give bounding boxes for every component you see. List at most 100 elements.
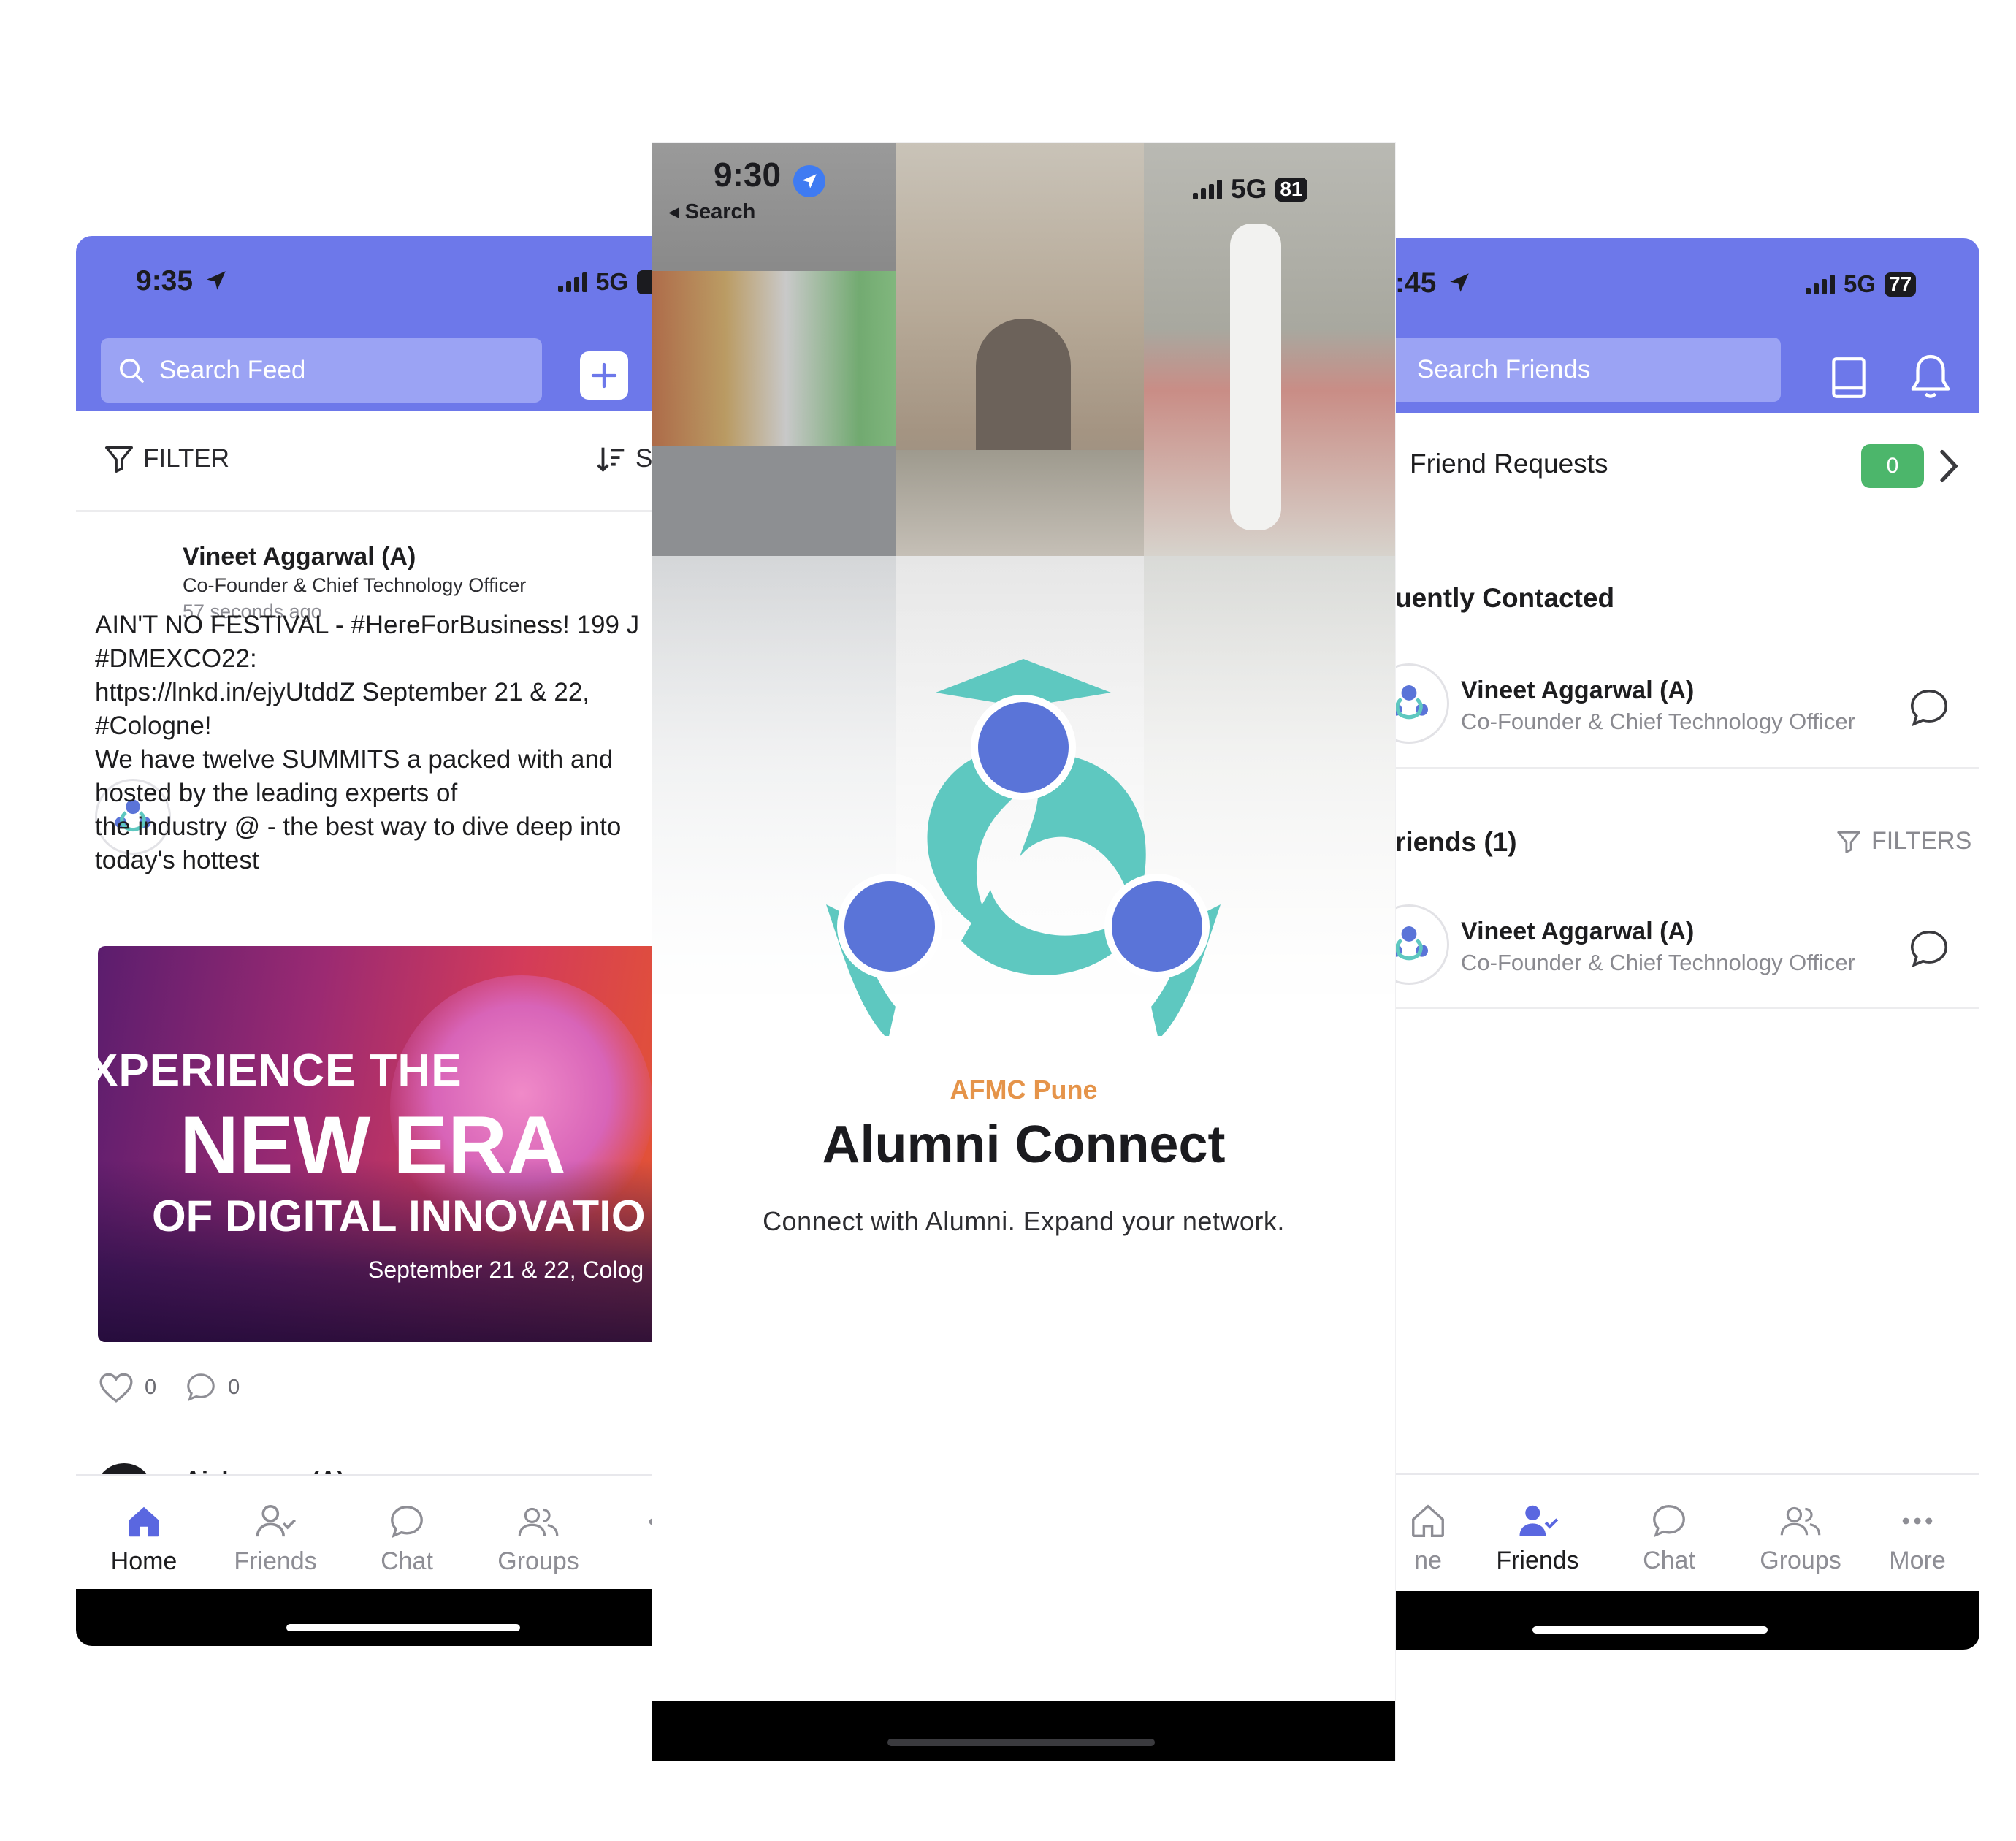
home-indicator[interactable] [286,1624,520,1631]
user-check-icon [256,1505,297,1537]
sort-button[interactable]: S [595,442,652,476]
chat-bubble-icon [391,1506,423,1539]
create-post-button[interactable] [580,351,628,400]
chat-bubble-icon [1653,1505,1685,1538]
image-headline-2: NEW ERA [180,1099,566,1191]
tab-label: Groups [497,1547,579,1575]
filter-button[interactable]: FILTER [102,442,229,476]
list-item[interactable]: Vineet Aggarwal (A) Co-Founder & Chief T… [1395,647,1979,764]
bottom-tab-bar: ne Friends Chat Groups More [1395,1473,1979,1596]
logo-head-top [978,702,1069,793]
divider [1395,767,1979,769]
avatar [1395,663,1449,744]
friend-requests-label: Friend Requests [1410,449,1608,479]
tab-chat[interactable]: Chat [345,1476,469,1598]
frequently-contacted-title: uently Contacted [1395,583,1615,613]
tab-label: Friends [234,1547,317,1575]
contacts-book-icon[interactable] [1829,355,1868,400]
tab-label: Friends [1496,1547,1579,1574]
tab-friends[interactable]: Friends [213,1476,337,1598]
post-body: AIN'T NO FESTIVAL - #HereForBusiness! 19… [95,609,675,877]
tab-chat[interactable]: Chat [1607,1475,1731,1598]
status-time-text: 9:30 [714,156,782,194]
alumni-logo-icon [1395,685,1428,720]
building-arch [976,319,1071,465]
tab-label: Groups [1760,1547,1841,1574]
signal-bars-icon [558,272,587,292]
post-body-line: AIN'T NO FESTIVAL - #HereForBusiness! 19… [95,611,640,639]
chevron-right-icon [1940,449,1958,483]
heart-icon[interactable] [98,1371,134,1404]
collage-photo-cadet [1144,143,1395,556]
tab-groups[interactable]: Groups [1738,1475,1863,1598]
image-headline-3: OF DIGITAL INNOVATIO [152,1192,646,1240]
chat-bubble-icon[interactable] [1906,926,1952,972]
home-icon [129,1506,159,1537]
tab-home[interactable]: Home [82,1476,206,1598]
friend-requests-row[interactable]: Friend Requests 0 [1395,413,1979,516]
users-icon [518,1507,559,1536]
home-feed-screen: 9:35 5G Search Feed FILTER S Vineet Agga… [76,236,675,1646]
tab-friends[interactable]: Friends [1475,1475,1600,1598]
search-feed-input[interactable]: Search Feed [101,338,542,403]
status-indicators: 5G [558,268,667,296]
image-headline-1: XPERIENCE THE [98,1045,462,1096]
status-time: 9:35 [136,265,229,297]
post-body-line: today's hottest [95,846,259,874]
divider [1395,1007,1979,1009]
avatar [1395,904,1449,985]
splash-title: Alumni Connect [822,1116,1226,1174]
comment-icon[interactable] [184,1371,218,1404]
alumni-connect-logo [826,659,1221,1036]
location-badge-icon [793,165,825,197]
filters-label: FILTERS [1871,827,1972,855]
signal-bars-icon [1806,274,1835,294]
users-icon [1780,1506,1821,1536]
image-date-line: September 21 & 22, Colog [368,1257,644,1283]
filter-funnel-icon [105,446,133,473]
tab-label: Home [110,1547,177,1575]
post-author-name[interactable]: Vineet Aggarwal (A) [183,543,416,571]
friend-requests-count-badge: 0 [1861,444,1924,488]
bell-icon[interactable] [1906,351,1955,402]
chat-bubble-icon[interactable] [1906,685,1952,731]
home-indicator-bar [652,1701,1395,1761]
home-indicator[interactable] [1532,1626,1768,1634]
user-check-icon [1519,1505,1559,1536]
comment-count: 0 [228,1375,240,1399]
network-label: 5G [1844,270,1876,297]
tab-more[interactable]: More [1855,1475,1979,1598]
alumni-logo-icon [1395,926,1428,961]
tab-label: ne [1414,1547,1442,1574]
status-time: 9:30 [714,155,825,197]
home-indicator[interactable] [887,1739,1155,1746]
location-arrow-icon [802,174,817,188]
post-image[interactable]: XPERIENCE THE NEW ERA OF DIGITAL INNOVAT… [98,946,675,1342]
friend-role: Co-Founder & Chief Technology Officer [1461,950,1855,975]
app-header: :45 5G 77 Search Friends [1395,238,1979,413]
friends-screen: :45 5G 77 Search Friends Friend Requests… [1395,238,1979,1650]
signal-bars-icon [1193,179,1222,199]
post-body-line: We have twelve SUMMITS a packed with and [95,745,614,774]
home-icon [1412,1504,1444,1537]
home-indicator-bar [76,1589,675,1646]
post-body-line: https://lnkd.in/ejyUtddZ September 21 & … [95,678,590,706]
home-indicator-bar [1395,1591,1979,1650]
location-arrow-icon [1450,273,1469,292]
post-author-role: Co-Founder & Chief Technology Officer [183,574,527,596]
battery-icon: 77 [1885,272,1917,297]
friend-role: Co-Founder & Chief Technology Officer [1461,709,1855,734]
collage-photo-heritage-building [896,143,1144,556]
search-friends-input[interactable]: Search Friends [1395,338,1781,402]
search-placeholder: Search Feed [159,356,306,384]
post-body-line: the industry @ - the best way to dive de… [95,812,622,841]
back-to-search-link[interactable]: ◂ Search [668,199,755,224]
pathway [896,450,1144,556]
tab-label: Chat [381,1547,433,1575]
search-placeholder: Search Friends [1417,355,1591,384]
filter-label: FILTER [143,444,229,473]
sort-label: S [635,444,653,473]
list-item[interactable]: Vineet Aggarwal (A) Co-Founder & Chief T… [1395,888,1979,1005]
tab-groups[interactable]: Groups [476,1476,600,1598]
filters-button[interactable]: FILTERS [1835,827,1971,855]
